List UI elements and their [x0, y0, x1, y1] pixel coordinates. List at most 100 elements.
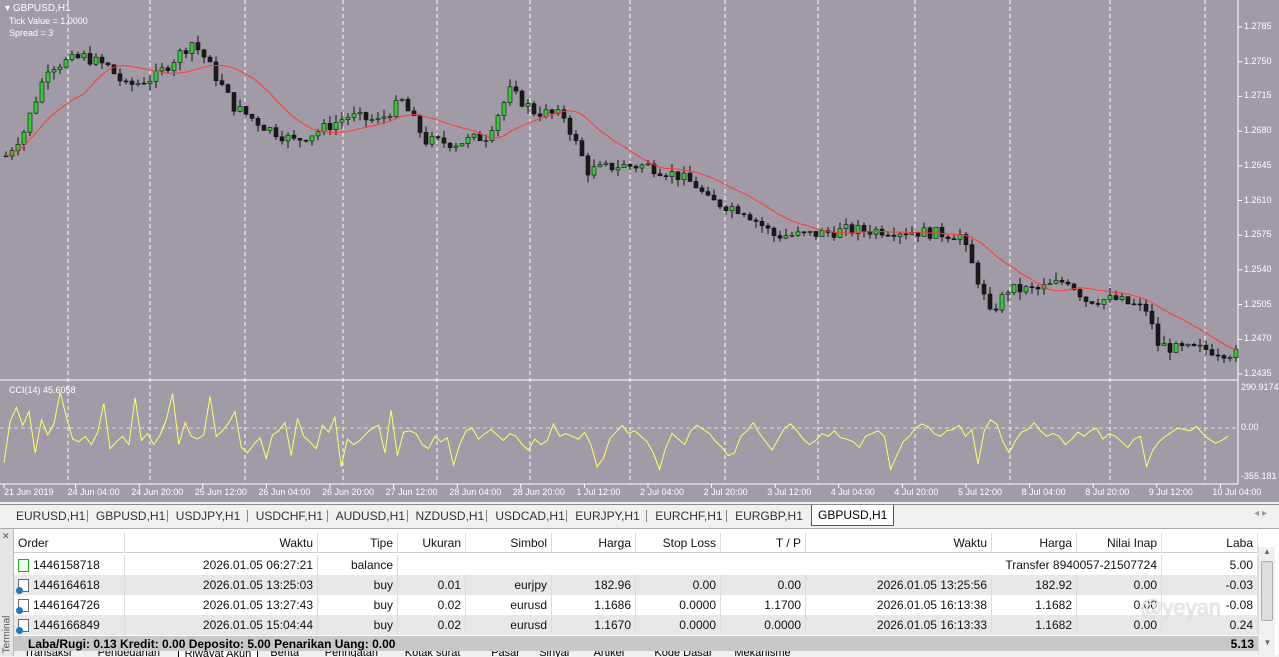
candle	[441, 137, 447, 144]
terminal-tab[interactable]: Berita	[270, 651, 299, 657]
column-header[interactable]: Ukuran	[398, 533, 466, 553]
candle	[1017, 284, 1023, 293]
candle	[495, 115, 501, 131]
column-header[interactable]: Harga	[552, 533, 636, 553]
table-row[interactable]: 1446164618 2026.01.05 13:25:03 buy 0.01 eurj…	[14, 575, 1258, 595]
candle	[183, 50, 189, 54]
time-tick-label: 28 Jun 20:00	[512, 487, 565, 497]
candle	[381, 116, 387, 119]
symbol-text: eurusd	[510, 598, 547, 612]
candle	[1029, 286, 1035, 288]
candle	[255, 118, 261, 126]
tab-separator	[486, 510, 488, 522]
price-tick-label: 1.2505	[1244, 298, 1272, 309]
candle	[783, 235, 789, 239]
price-text: 1.1686	[594, 598, 631, 612]
time-tick-label: 10 Jul 04:00	[1212, 487, 1262, 497]
symbol-tab[interactable]: EURCHF,H1	[649, 507, 728, 525]
candle	[291, 134, 297, 139]
column-header[interactable]: Waktu	[125, 533, 318, 553]
scroll-down-icon[interactable]: ▼	[1259, 638, 1276, 647]
time-tick-label: 9 Jul 12:00	[1148, 487, 1193, 497]
table-row[interactable]: 1446164726 2026.01.05 13:27:43 buy 0.02 euru…	[14, 595, 1258, 615]
column-header[interactable]: Tipe	[318, 533, 398, 553]
terminal-tab[interactable]: Transaksi	[24, 651, 71, 657]
column-header[interactable]: Order	[14, 533, 125, 553]
terminal-tab[interactable]: Artikel	[594, 651, 625, 657]
terminal-sidebar: ✕ Terminal	[0, 529, 14, 656]
close-icon[interactable]: ✕	[2, 531, 10, 542]
scrollbar[interactable]: ▲ ▼	[1258, 547, 1275, 655]
price-tick-label: 1.2680	[1244, 125, 1272, 136]
tab-scroll-arrows-icon[interactable]: ◂ ▸	[1254, 508, 1267, 519]
candle	[915, 232, 921, 237]
candle	[843, 224, 849, 229]
scroll-up-icon[interactable]: ▲	[1259, 547, 1275, 556]
candle	[663, 175, 669, 177]
scroll-thumb[interactable]	[1261, 561, 1273, 621]
price-tick-label: 1.2645	[1244, 159, 1272, 170]
candle	[213, 61, 219, 81]
tab-separator	[566, 510, 568, 522]
order-icon	[16, 599, 29, 615]
time-tick-label: 26 Jun 20:00	[322, 487, 375, 497]
time-tick-label: 24 Jun 20:00	[131, 487, 184, 497]
terminal-tab[interactable]: Mekanisme	[734, 651, 790, 657]
candle	[969, 244, 975, 264]
symbol-tab[interactable]: EURJPY,H1	[569, 507, 645, 525]
symbol-tab[interactable]: USDCHF,H1	[250, 507, 329, 525]
column-header[interactable]: Laba	[1162, 533, 1258, 553]
cell-close_price: 1.1682	[992, 595, 1077, 615]
symbol-tab[interactable]: USDJPY,H1	[170, 507, 246, 525]
table-row[interactable]: 1446166849 2026.01.05 15:04:44 buy 0.02 euru…	[14, 615, 1258, 635]
terminal-tab[interactable]: Riwayat Akun	[177, 651, 259, 657]
symbol-tab[interactable]: GBPUSD,H1	[90, 507, 171, 525]
candle	[1119, 296, 1125, 300]
time-text: 2026.01.05 13:27:43	[202, 598, 313, 612]
cell-tp: 0.00	[721, 575, 806, 595]
symbol-tab[interactable]: EURGBP,H1	[729, 507, 809, 525]
tab-separator	[86, 510, 88, 522]
tick-value-label: Tick Value = 1.0000	[9, 16, 88, 26]
column-header[interactable]: Simbol	[466, 533, 552, 553]
terminal-tab[interactable]: Peringatan	[325, 651, 378, 657]
symbol-tab[interactable]: GBPUSD,H1	[811, 505, 895, 526]
price-tick-label: 1.2575	[1244, 229, 1272, 240]
symbol-tab[interactable]: NZDUSD,H1	[410, 507, 491, 525]
column-header[interactable]: Harga	[992, 533, 1077, 553]
symbol-tab[interactable]: USDCAD,H1	[489, 507, 570, 525]
symbol-tab[interactable]: EURUSD,H1	[10, 507, 91, 525]
candle	[201, 49, 207, 58]
terminal-tab[interactable]: Sinyal	[539, 651, 569, 657]
table-header: Order Waktu Tipe Ukuran Simbol Harga Stop Loss…	[14, 533, 1258, 553]
symbol-tab[interactable]: AUDUSD,H1	[330, 507, 411, 525]
price-tick-label: 1.2540	[1244, 263, 1272, 274]
column-header[interactable]: Nilai Inap	[1077, 533, 1162, 553]
tab-separator	[166, 510, 168, 522]
cci-tick-label: -355.181	[1241, 471, 1277, 481]
candle	[231, 92, 237, 112]
candle	[465, 137, 471, 144]
terminal-tab[interactable]: Kotak surat	[405, 651, 461, 657]
price-chart[interactable]: ▾ GBPUSD,H1 Tick Value = 1.0000 Spread =…	[0, 0, 1279, 502]
table-row[interactable]: 1446158718 2026.01.05 06:27:21 balance Tran…	[14, 555, 1258, 575]
order-text: 1446158718	[33, 558, 100, 572]
terminal-tab[interactable]: Pendedahan	[98, 651, 160, 657]
candle	[315, 131, 321, 137]
column-header[interactable]: T / P	[721, 533, 806, 553]
candle	[111, 64, 117, 75]
terminal-label: Terminal	[1, 615, 13, 654]
cell-sl: 0.00	[636, 575, 721, 595]
candle	[1209, 349, 1215, 356]
profit-text: 5.00	[1229, 558, 1253, 572]
column-header[interactable]: Stop Loss	[636, 533, 721, 553]
candle	[1059, 280, 1065, 283]
candle	[243, 106, 249, 115]
terminal-tab[interactable]: Pasar	[491, 651, 520, 657]
candle	[1137, 303, 1143, 306]
terminal-tab[interactable]: Kode Dasar	[654, 651, 712, 657]
candle	[1023, 286, 1029, 293]
candle	[723, 206, 729, 212]
candle	[729, 206, 735, 212]
column-header[interactable]: Waktu	[806, 533, 992, 553]
